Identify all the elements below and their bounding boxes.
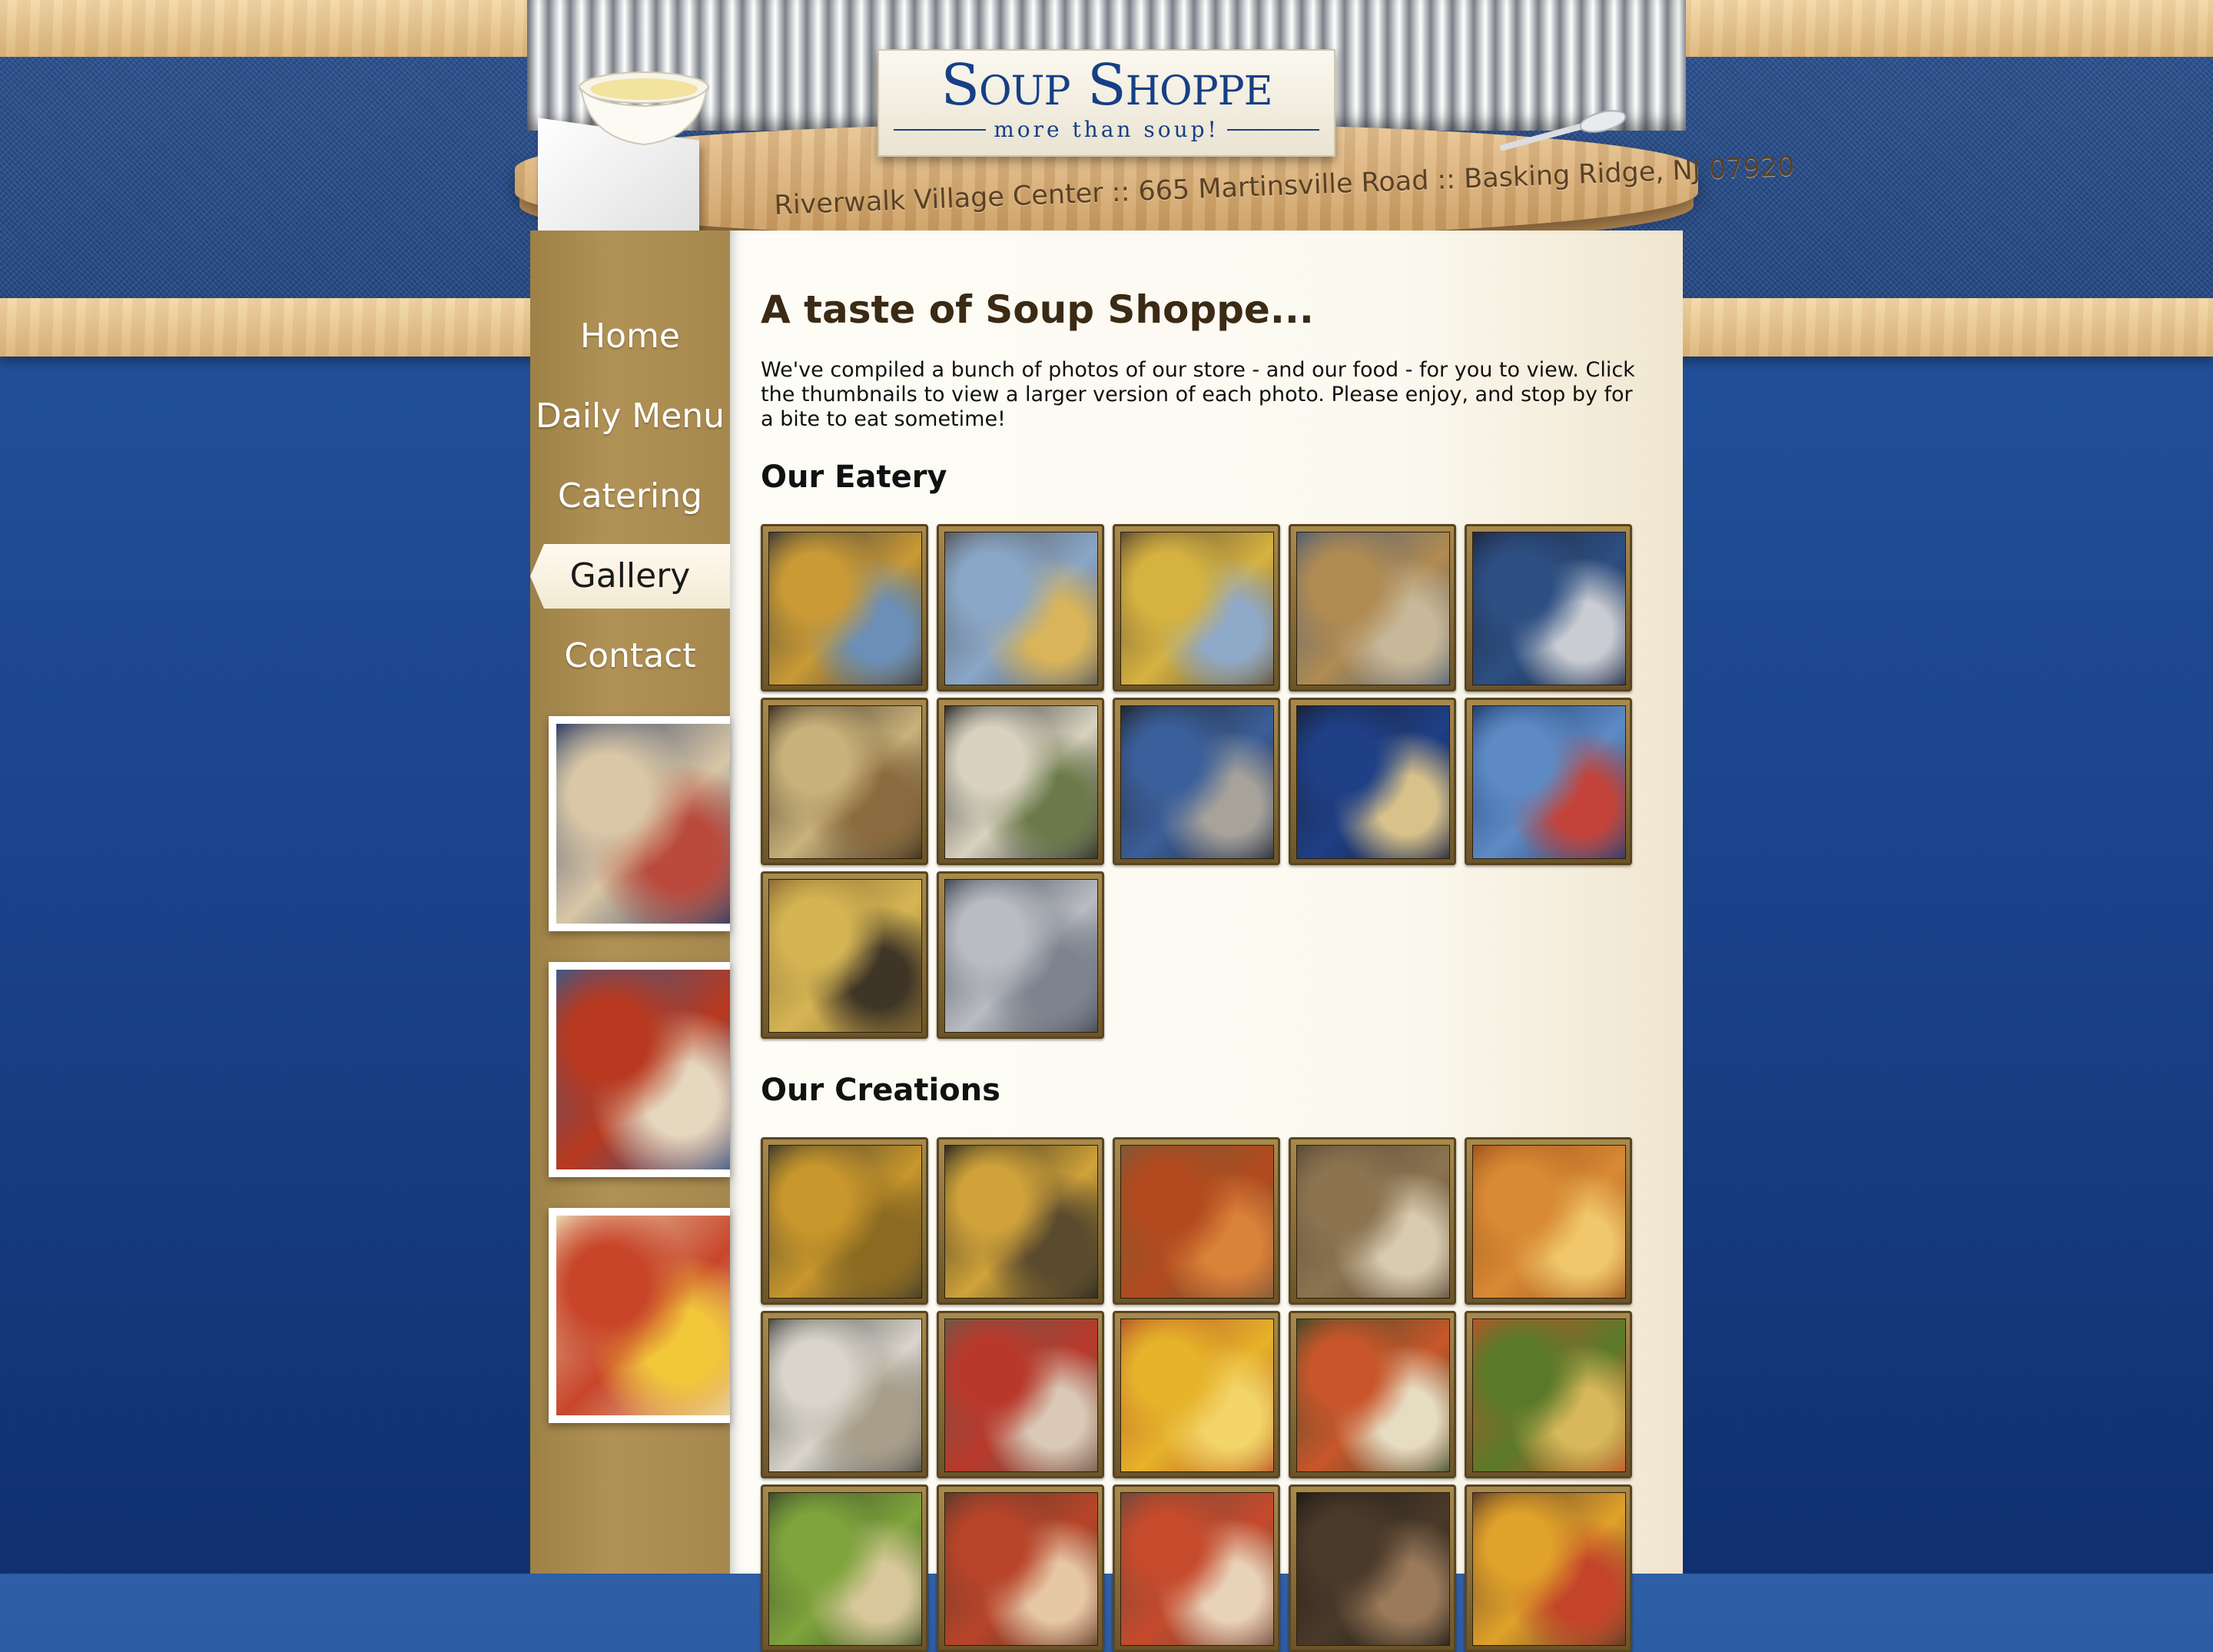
gallery-thumbnail[interactable] [1465,524,1632,692]
thumbnail-image [1472,1319,1626,1472]
gallery-thumbnail[interactable] [1465,1484,1632,1652]
gallery-thumbnail[interactable] [1113,1311,1280,1478]
gallery-thumbnail[interactable] [761,871,928,1039]
thumbnail-image [944,1319,1098,1472]
thumbnail-image [768,532,922,685]
thumbnail-image [768,705,922,859]
logo-rule-left [894,128,987,131]
logo-rule-right [1226,128,1319,131]
thumbnail-image [1472,1492,1626,1646]
gallery-thumbnail[interactable] [761,524,928,692]
intro-text: We've compiled a bunch of photos of our … [761,358,1635,431]
nav-home[interactable]: Home [530,304,730,369]
side-photo-sandwich [549,716,730,931]
thumbnail-image [1296,532,1450,685]
gallery-thumbnail[interactable] [1465,698,1632,865]
thumbnail-image [1296,1492,1450,1646]
gallery-thumbnail[interactable] [1465,1311,1632,1478]
thumbnail-image [1120,1145,1274,1299]
logo-title: Soup Shoppe [941,52,1272,118]
thumbnail-image [944,1492,1098,1646]
gallery-thumbnail[interactable] [761,698,928,865]
gallery-thumbnail[interactable] [937,871,1104,1039]
thumbnail-image [1472,1145,1626,1299]
gallery-thumbnail[interactable] [937,1311,1104,1478]
side-photo-image [556,970,730,1169]
gallery-thumbnail[interactable] [1289,1137,1456,1305]
gallery-thumbnail[interactable] [761,1311,928,1478]
logo-tagline: more than soup! [994,117,1219,142]
thumbnail-image [1472,705,1626,859]
gallery-thumbnail[interactable] [1113,1484,1280,1652]
thumbnail-image [1296,705,1450,859]
main-nav: Home Daily Menu Catering Gallery Contact [530,304,730,704]
gallery-thumbnail[interactable] [1113,524,1280,692]
thumbnail-image [1120,705,1274,859]
gallery-thumbnail[interactable] [1289,1311,1456,1478]
thumbnail-image [944,705,1098,859]
page-title: A taste of Soup Shoppe... [761,287,1314,332]
side-photo-image [556,724,730,924]
gallery-thumbnail[interactable] [1113,698,1280,865]
eatery-gallery-grid [761,524,1644,1039]
thumbnail-image [944,532,1098,685]
gallery-thumbnail[interactable] [1465,1137,1632,1305]
thumbnail-image [1120,1319,1274,1472]
gallery-thumbnail[interactable] [937,524,1104,692]
thumbnail-image [944,1145,1098,1299]
side-photo-image [556,1216,730,1415]
gallery-thumbnail[interactable] [761,1137,928,1305]
nav-contact[interactable]: Contact [530,624,730,688]
gallery-thumbnail[interactable] [1289,1484,1456,1652]
gallery-thumbnail[interactable] [1289,524,1456,692]
nav-gallery[interactable]: Gallery [530,544,730,609]
spoon-icon [1500,110,1627,151]
thumbnail-image [1120,1492,1274,1646]
thumbnail-image [768,1145,922,1299]
thumbnail-image [768,879,922,1033]
thumbnail-image [1120,532,1274,685]
thumbnail-image [768,1492,922,1646]
creations-gallery-grid [761,1137,1644,1652]
gallery-thumbnail[interactable] [1113,1137,1280,1305]
logo-tagline-row: more than soup! [879,117,1334,142]
thumbnail-image [1296,1319,1450,1472]
nav-catering[interactable]: Catering [530,464,730,529]
gallery-thumbnail[interactable] [937,1484,1104,1652]
thumbnail-image [768,1319,922,1472]
section-title-eatery: Our Eatery [761,459,947,495]
section-title-creations: Our Creations [761,1073,1000,1108]
gallery-thumbnail[interactable] [937,698,1104,865]
nav-daily-menu[interactable]: Daily Menu [530,384,730,449]
side-photo-breakfast [549,1208,730,1423]
gallery-thumbnail[interactable] [1289,698,1456,865]
thumbnail-image [1296,1145,1450,1299]
soup-bowl-icon [579,71,709,146]
thumbnail-image [944,879,1098,1033]
gallery-thumbnail[interactable] [937,1137,1104,1305]
thumbnail-image [1472,532,1626,685]
side-photo-wings [549,962,730,1177]
gallery-thumbnail[interactable] [761,1484,928,1652]
logo[interactable]: Soup Shoppe more than soup! [878,49,1335,157]
